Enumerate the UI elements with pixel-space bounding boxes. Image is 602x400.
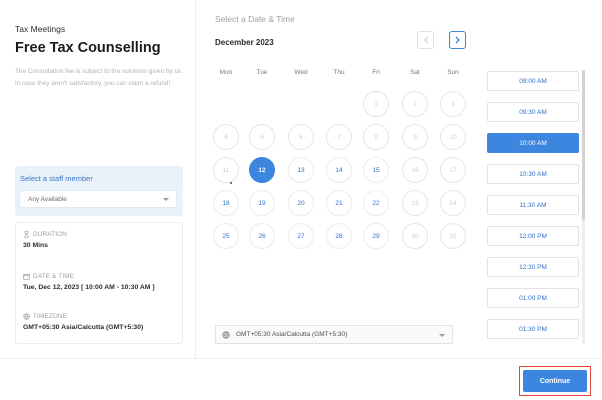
calendar-day[interactable]: 18 [213, 190, 239, 216]
calendar-heading: Select a Date & Time [215, 14, 295, 24]
calendar-day[interactable]: 25 [213, 223, 239, 249]
service-description: The Consultation fee is subject to the s… [15, 68, 184, 87]
calendar-day[interactable]: 26 [249, 223, 275, 249]
datetime-value: Tue, Dec 12, 2023 [ 10:00 AM - 10:30 AM … [23, 284, 155, 291]
calendar-day[interactable]: 22 [363, 190, 389, 216]
datetime-label: DATE & TIME [33, 273, 75, 280]
booking-summary-card: DURATION 30 Mins DATE & TIME Tue, Dec 12… [15, 222, 183, 344]
calendar-day: 8 [363, 124, 389, 150]
calendar-month: December 2023 [215, 38, 274, 47]
time-slot[interactable]: 12:30 PM [487, 257, 579, 277]
timezone-dropdown[interactable]: GMT+05:30 Asia/Calcutta (GMT+5:30) [215, 325, 453, 344]
chevron-down-icon [439, 334, 445, 337]
hourglass-icon [24, 231, 29, 238]
footer-divider [0, 358, 602, 359]
time-slot[interactable]: 01:30 PM [487, 319, 579, 339]
calendar-day: 2 [402, 91, 428, 117]
duration-value: 30 Mins [23, 242, 48, 249]
weekday-tue: Tue [256, 69, 268, 76]
time-slot[interactable]: 11:30 AM [487, 195, 579, 215]
weekday-fri: Fri [372, 69, 380, 76]
calendar-day[interactable]: 15 [363, 157, 389, 183]
time-slot-scroll-thumb[interactable] [582, 70, 585, 220]
datetime-row: DATE & TIME Tue, Dec 12, 2023 [ 10:00 AM… [23, 273, 155, 291]
calendar-icon [23, 273, 30, 280]
weekday-mon: Mon [219, 69, 233, 76]
calendar-day-selected[interactable]: 12 [249, 157, 275, 183]
time-slot-list[interactable]: 09:00 AM 09:30 AM 10:00 AM 10:30 AM 11:30 AM… [486, 68, 584, 346]
calendar-day[interactable]: 20 [288, 190, 314, 216]
service-panel: Tax Meetings Free Tax Counselling The Co… [0, 0, 196, 358]
calendar-day: 5 [249, 124, 275, 150]
calendar-day: 4 [213, 124, 239, 150]
calendar-day[interactable]: 29 [363, 223, 389, 249]
globe-icon [23, 313, 30, 320]
time-slot[interactable]: 09:30 AM [487, 102, 579, 122]
continue-button[interactable]: Continue [523, 370, 587, 392]
calendar-day[interactable]: 13 [288, 157, 314, 183]
time-slot[interactable]: 01:00 PM [487, 288, 579, 308]
calendar-day[interactable]: 21 [326, 190, 352, 216]
calendar-day[interactable]: 28 [326, 223, 352, 249]
weekday-wed: Wed [294, 69, 308, 76]
chevron-down-icon [163, 198, 169, 201]
chevron-right-icon [455, 36, 460, 44]
timezone-dropdown-value: GMT+05:30 Asia/Calcutta (GMT+5:30) [236, 331, 348, 338]
weekday-sun: Sun [447, 69, 459, 76]
time-slot-selected[interactable]: 10:00 AM [487, 133, 579, 153]
chevron-left-icon [423, 36, 428, 44]
service-title: Free Tax Counselling [15, 40, 161, 56]
next-month-button[interactable] [449, 31, 466, 49]
staff-selector-box: Select a staff member Any Available [15, 166, 183, 216]
service-category-label: Tax Meetings [15, 24, 66, 34]
calendar-day: 6 [288, 124, 314, 150]
calendar-day: 7 [326, 124, 352, 150]
timezone-label: TIMEZONE [33, 313, 68, 320]
timezone-row: TIMEZONE GMT+05:30 Asia/Calcutta (GMT+5:… [23, 313, 143, 331]
staff-dropdown[interactable]: Any Available [19, 190, 177, 208]
calendar-day: 30 [402, 223, 428, 249]
time-slot[interactable]: 12:00 PM [487, 226, 579, 246]
duration-label: DURATION [33, 231, 68, 238]
globe-icon [222, 331, 230, 339]
staff-dropdown-value: Any Available [28, 196, 67, 203]
staff-selector-label: Select a staff member [20, 174, 93, 183]
calendar-day[interactable]: 19 [249, 190, 275, 216]
duration-row: DURATION 30 Mins [23, 231, 67, 249]
calendar-day[interactable]: 27 [288, 223, 314, 249]
time-slot[interactable]: 10:30 AM [487, 164, 579, 184]
calendar-day: 16 [402, 157, 428, 183]
calendar-day: 23 [402, 190, 428, 216]
calendar-day: 10 [440, 124, 466, 150]
calendar-day: 9 [402, 124, 428, 150]
weekday-sat: Sat [410, 69, 420, 76]
calendar-day: 31 [440, 223, 466, 249]
calendar-day: 17 [440, 157, 466, 183]
calendar-day: 11 [213, 157, 239, 183]
calendar-day: 1 [363, 91, 389, 117]
today-marker [230, 182, 232, 184]
weekday-thu: Thu [333, 69, 345, 76]
timezone-value: GMT+05:30 Asia/Calcutta (GMT+5:30) [23, 324, 144, 331]
time-slot[interactable]: 09:00 AM [487, 71, 579, 91]
calendar-day: 3 [440, 91, 466, 117]
calendar-day[interactable]: 14 [326, 157, 352, 183]
previous-month-button[interactable] [417, 31, 434, 49]
calendar-day: 24 [440, 190, 466, 216]
